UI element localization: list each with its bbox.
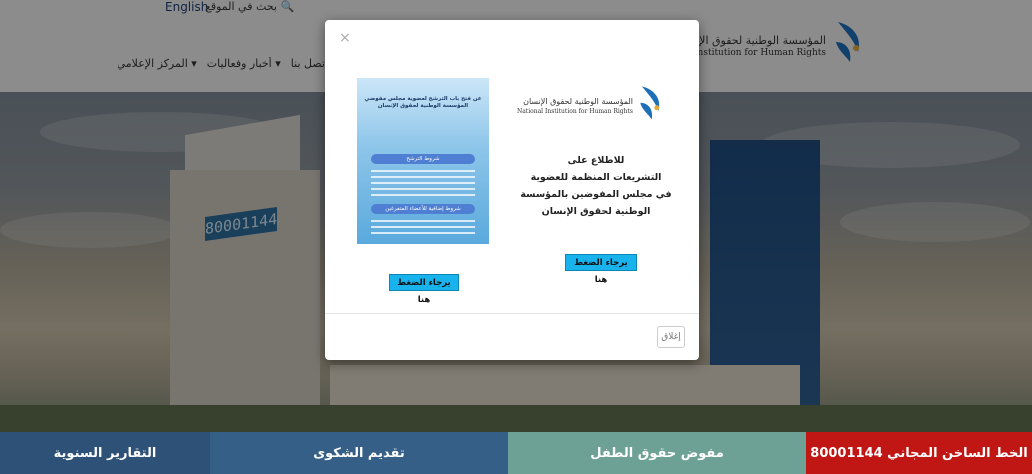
close-button[interactable]: إغلاق	[657, 326, 685, 348]
legislation-link-button[interactable]: يرجاء الضغط هنا	[565, 254, 637, 285]
hotline-button[interactable]: الخط الساخن المجاني 80001144	[806, 432, 1032, 474]
info-line: الوطنية لحقوق الإنسان	[541, 206, 651, 217]
annual-reports-button[interactable]: التقارير السنوية	[0, 432, 210, 474]
submit-complaint-button[interactable]: تقديم الشكوى	[210, 432, 508, 474]
info-line: التشريعات المنظمة للعضوية	[530, 172, 662, 183]
poster-heading: عن فتح باب الترشح لعضوية مجلس مفوضي المؤ…	[364, 96, 482, 109]
info-line: للاطلاع على	[567, 155, 625, 166]
modal-logo: المؤسسة الوطنية لحقوق الإنسان National I…	[517, 80, 665, 130]
logo-bird-icon	[640, 86, 660, 120]
announcement-modal: × عن فتح باب الترشح لعضوية مجلس مفوضي ال…	[325, 20, 699, 360]
modal-logo-arabic: المؤسسة الوطنية لحقوق الإنسان	[523, 97, 633, 106]
poster-band-extra: شروط إضافية للأعضاء المتفرغين	[371, 204, 475, 214]
info-line: في مجلس المفوضين بالمؤسسة	[520, 189, 672, 200]
close-icon[interactable]: ×	[339, 30, 351, 46]
membership-info: للاطلاع على التشريعات المنظمة للعضوية في…	[505, 152, 687, 220]
nomination-poster[interactable]: عن فتح باب الترشح لعضوية مجلس مفوضي المؤ…	[357, 78, 489, 244]
child-rights-button[interactable]: مفوض حقوق الطفل	[508, 432, 806, 474]
modal-logo-english: National Institution for Human Rights	[516, 108, 633, 115]
modal-divider	[325, 313, 699, 314]
bottom-bar: الخط الساخن المجاني 80001144 مفوض حقوق ا…	[0, 432, 1032, 474]
poster-link-button[interactable]: يرجاء الضغط هنا	[389, 274, 459, 305]
poster-band-conditions: شروط الترشح	[371, 154, 475, 164]
